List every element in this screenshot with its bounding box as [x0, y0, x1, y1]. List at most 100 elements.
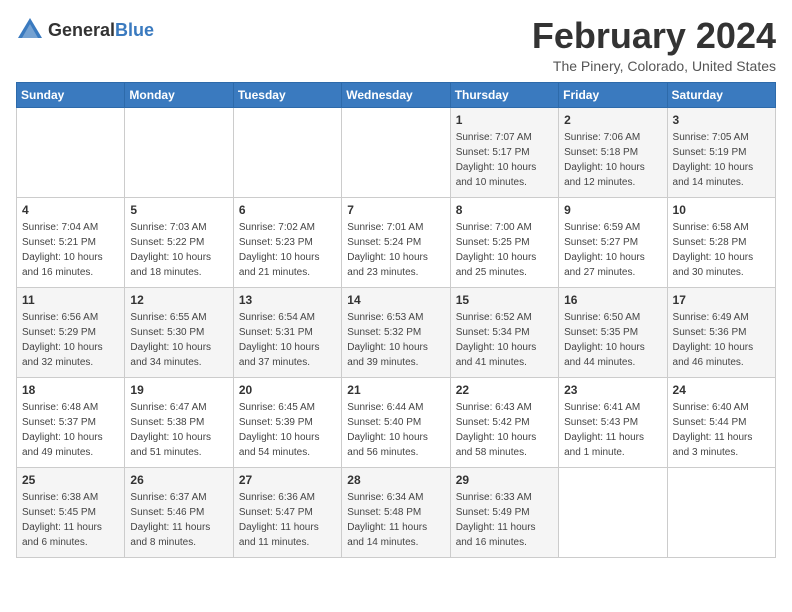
day-sunset: Sunset: 5:34 PM: [456, 325, 553, 340]
calendar-cell: 27 Sunrise: 6:36 AM Sunset: 5:47 PM Dayl…: [233, 467, 341, 557]
calendar-cell: 4 Sunrise: 7:04 AM Sunset: 5:21 PM Dayli…: [17, 197, 125, 287]
day-daylight: Daylight: 11 hours and 16 minutes.: [456, 520, 553, 550]
day-sunrise: Sunrise: 7:06 AM: [564, 130, 661, 145]
day-number: 8: [456, 202, 553, 219]
day-number: 25: [22, 472, 119, 489]
header-sunday: Sunday: [17, 82, 125, 107]
day-daylight: Daylight: 10 hours and 56 minutes.: [347, 430, 444, 460]
logo-text-general: General: [48, 20, 115, 40]
day-sunset: Sunset: 5:45 PM: [22, 505, 119, 520]
day-number: 5: [130, 202, 227, 219]
location-title: The Pinery, Colorado, United States: [532, 58, 776, 74]
day-sunset: Sunset: 5:43 PM: [564, 415, 661, 430]
day-sunrise: Sunrise: 6:36 AM: [239, 490, 336, 505]
day-sunrise: Sunrise: 6:50 AM: [564, 310, 661, 325]
day-sunrise: Sunrise: 7:03 AM: [130, 220, 227, 235]
day-sunset: Sunset: 5:32 PM: [347, 325, 444, 340]
day-daylight: Daylight: 10 hours and 46 minutes.: [673, 340, 770, 370]
calendar-cell: 1 Sunrise: 7:07 AM Sunset: 5:17 PM Dayli…: [450, 107, 558, 197]
day-sunset: Sunset: 5:44 PM: [673, 415, 770, 430]
day-sunrise: Sunrise: 6:54 AM: [239, 310, 336, 325]
day-sunrise: Sunrise: 6:43 AM: [456, 400, 553, 415]
day-number: 16: [564, 292, 661, 309]
title-area: February 2024 The Pinery, Colorado, Unit…: [532, 16, 776, 74]
month-title: February 2024: [532, 16, 776, 56]
calendar-cell: 29 Sunrise: 6:33 AM Sunset: 5:49 PM Dayl…: [450, 467, 558, 557]
day-daylight: Daylight: 10 hours and 54 minutes.: [239, 430, 336, 460]
calendar-cell: 5 Sunrise: 7:03 AM Sunset: 5:22 PM Dayli…: [125, 197, 233, 287]
day-number: 9: [564, 202, 661, 219]
calendar-week-1: 1 Sunrise: 7:07 AM Sunset: 5:17 PM Dayli…: [17, 107, 776, 197]
day-sunset: Sunset: 5:25 PM: [456, 235, 553, 250]
day-number: 11: [22, 292, 119, 309]
day-number: 21: [347, 382, 444, 399]
day-sunrise: Sunrise: 6:40 AM: [673, 400, 770, 415]
calendar-week-3: 11 Sunrise: 6:56 AM Sunset: 5:29 PM Dayl…: [17, 287, 776, 377]
day-daylight: Daylight: 10 hours and 39 minutes.: [347, 340, 444, 370]
day-sunrise: Sunrise: 7:02 AM: [239, 220, 336, 235]
day-sunset: Sunset: 5:46 PM: [130, 505, 227, 520]
day-sunset: Sunset: 5:47 PM: [239, 505, 336, 520]
day-daylight: Daylight: 10 hours and 21 minutes.: [239, 250, 336, 280]
day-daylight: Daylight: 10 hours and 25 minutes.: [456, 250, 553, 280]
day-sunrise: Sunrise: 7:05 AM: [673, 130, 770, 145]
day-sunrise: Sunrise: 6:37 AM: [130, 490, 227, 505]
day-sunset: Sunset: 5:39 PM: [239, 415, 336, 430]
day-number: 22: [456, 382, 553, 399]
calendar-cell: 12 Sunrise: 6:55 AM Sunset: 5:30 PM Dayl…: [125, 287, 233, 377]
calendar-cell: 26 Sunrise: 6:37 AM Sunset: 5:46 PM Dayl…: [125, 467, 233, 557]
day-daylight: Daylight: 10 hours and 51 minutes.: [130, 430, 227, 460]
day-number: 23: [564, 382, 661, 399]
calendar-cell: 10 Sunrise: 6:58 AM Sunset: 5:28 PM Dayl…: [667, 197, 775, 287]
day-sunset: Sunset: 5:30 PM: [130, 325, 227, 340]
day-sunset: Sunset: 5:40 PM: [347, 415, 444, 430]
day-number: 3: [673, 112, 770, 129]
day-number: 19: [130, 382, 227, 399]
day-sunset: Sunset: 5:42 PM: [456, 415, 553, 430]
day-number: 29: [456, 472, 553, 489]
day-sunset: Sunset: 5:48 PM: [347, 505, 444, 520]
day-sunset: Sunset: 5:29 PM: [22, 325, 119, 340]
calendar-cell: 23 Sunrise: 6:41 AM Sunset: 5:43 PM Dayl…: [559, 377, 667, 467]
day-number: 27: [239, 472, 336, 489]
calendar-cell: 3 Sunrise: 7:05 AM Sunset: 5:19 PM Dayli…: [667, 107, 775, 197]
calendar-cell: 2 Sunrise: 7:06 AM Sunset: 5:18 PM Dayli…: [559, 107, 667, 197]
day-number: 7: [347, 202, 444, 219]
calendar-cell: 13 Sunrise: 6:54 AM Sunset: 5:31 PM Dayl…: [233, 287, 341, 377]
day-sunrise: Sunrise: 7:00 AM: [456, 220, 553, 235]
calendar-cell: 18 Sunrise: 6:48 AM Sunset: 5:37 PM Dayl…: [17, 377, 125, 467]
calendar-cell: 11 Sunrise: 6:56 AM Sunset: 5:29 PM Dayl…: [17, 287, 125, 377]
calendar-cell: 28 Sunrise: 6:34 AM Sunset: 5:48 PM Dayl…: [342, 467, 450, 557]
day-sunset: Sunset: 5:35 PM: [564, 325, 661, 340]
day-sunset: Sunset: 5:27 PM: [564, 235, 661, 250]
day-daylight: Daylight: 11 hours and 8 minutes.: [130, 520, 227, 550]
day-sunrise: Sunrise: 6:52 AM: [456, 310, 553, 325]
day-sunrise: Sunrise: 6:45 AM: [239, 400, 336, 415]
calendar-cell: 16 Sunrise: 6:50 AM Sunset: 5:35 PM Dayl…: [559, 287, 667, 377]
calendar-cell: 6 Sunrise: 7:02 AM Sunset: 5:23 PM Dayli…: [233, 197, 341, 287]
day-daylight: Daylight: 11 hours and 6 minutes.: [22, 520, 119, 550]
day-sunset: Sunset: 5:24 PM: [347, 235, 444, 250]
day-sunset: Sunset: 5:23 PM: [239, 235, 336, 250]
day-daylight: Daylight: 10 hours and 23 minutes.: [347, 250, 444, 280]
day-daylight: Daylight: 10 hours and 41 minutes.: [456, 340, 553, 370]
calendar-cell: 19 Sunrise: 6:47 AM Sunset: 5:38 PM Dayl…: [125, 377, 233, 467]
day-number: 15: [456, 292, 553, 309]
calendar-week-2: 4 Sunrise: 7:04 AM Sunset: 5:21 PM Dayli…: [17, 197, 776, 287]
calendar-cell: 25 Sunrise: 6:38 AM Sunset: 5:45 PM Dayl…: [17, 467, 125, 557]
day-daylight: Daylight: 11 hours and 14 minutes.: [347, 520, 444, 550]
day-number: 17: [673, 292, 770, 309]
day-sunrise: Sunrise: 6:47 AM: [130, 400, 227, 415]
calendar-header-row: Sunday Monday Tuesday Wednesday Thursday…: [17, 82, 776, 107]
day-sunrise: Sunrise: 6:58 AM: [673, 220, 770, 235]
day-number: 14: [347, 292, 444, 309]
day-daylight: Daylight: 10 hours and 44 minutes.: [564, 340, 661, 370]
day-sunrise: Sunrise: 6:38 AM: [22, 490, 119, 505]
day-daylight: Daylight: 10 hours and 16 minutes.: [22, 250, 119, 280]
day-number: 20: [239, 382, 336, 399]
day-daylight: Daylight: 10 hours and 10 minutes.: [456, 160, 553, 190]
day-daylight: Daylight: 10 hours and 49 minutes.: [22, 430, 119, 460]
day-daylight: Daylight: 11 hours and 1 minute.: [564, 430, 661, 460]
calendar-cell: 24 Sunrise: 6:40 AM Sunset: 5:44 PM Dayl…: [667, 377, 775, 467]
day-sunset: Sunset: 5:28 PM: [673, 235, 770, 250]
